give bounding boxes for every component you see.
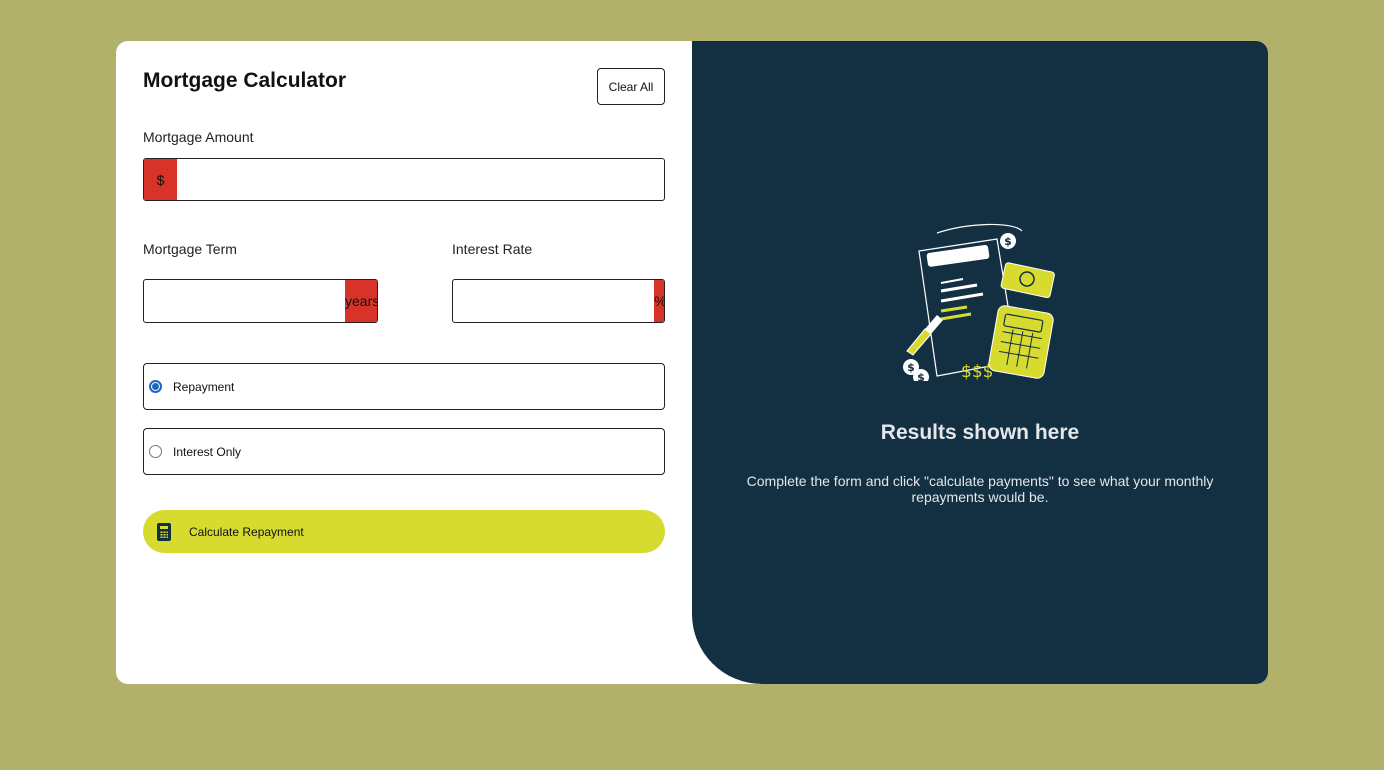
svg-text:$: $	[917, 371, 925, 381]
empty-results-illustration: $ $ $ $$$	[903, 223, 1055, 381]
mortgage-amount-label: Mortgage Amount	[143, 129, 254, 145]
mortgage-amount-input[interactable]	[177, 159, 664, 200]
clear-all-button[interactable]: Clear All	[597, 68, 665, 105]
currency-prefix: $	[144, 159, 177, 200]
results-title: Results shown here	[880, 421, 1080, 444]
form-panel: Mortgage Calculator Clear All Mortgage A…	[116, 41, 692, 684]
mortgage-term-field: years	[143, 279, 378, 323]
calculate-repayment-label: Calculate Repayment	[189, 524, 304, 539]
mortgage-amount-field: $	[143, 158, 665, 201]
svg-text:$: $	[907, 361, 915, 374]
interest-only-radio[interactable]	[149, 445, 162, 458]
mortgage-term-label: Mortgage Term	[143, 241, 237, 257]
svg-text:$: $	[1004, 235, 1012, 248]
results-description: Complete the form and click "calculate p…	[746, 473, 1214, 505]
interest-only-label: Interest Only	[173, 444, 242, 459]
interest-rate-label: Interest Rate	[452, 241, 533, 257]
interest-rate-field: %	[452, 279, 665, 323]
interest-only-option[interactable]: Interest Only	[143, 428, 665, 475]
page-title: Mortgage Calculator	[143, 69, 347, 92]
results-panel: $ $ $ $$$ Results shown here Complete th…	[692, 41, 1268, 684]
calculate-repayment-button[interactable]: Calculate Repayment	[143, 510, 665, 553]
repayment-option[interactable]: Repayment	[143, 363, 665, 410]
mortgage-term-input[interactable]	[144, 280, 345, 322]
years-suffix: years	[345, 280, 377, 322]
interest-rate-input[interactable]	[453, 280, 654, 322]
percent-suffix: %	[654, 280, 664, 322]
mortgage-calculator-card: Mortgage Calculator Clear All Mortgage A…	[116, 41, 1268, 684]
calculator-icon	[157, 522, 171, 541]
repayment-label: Repayment	[173, 379, 235, 394]
repayment-radio[interactable]	[149, 380, 162, 393]
